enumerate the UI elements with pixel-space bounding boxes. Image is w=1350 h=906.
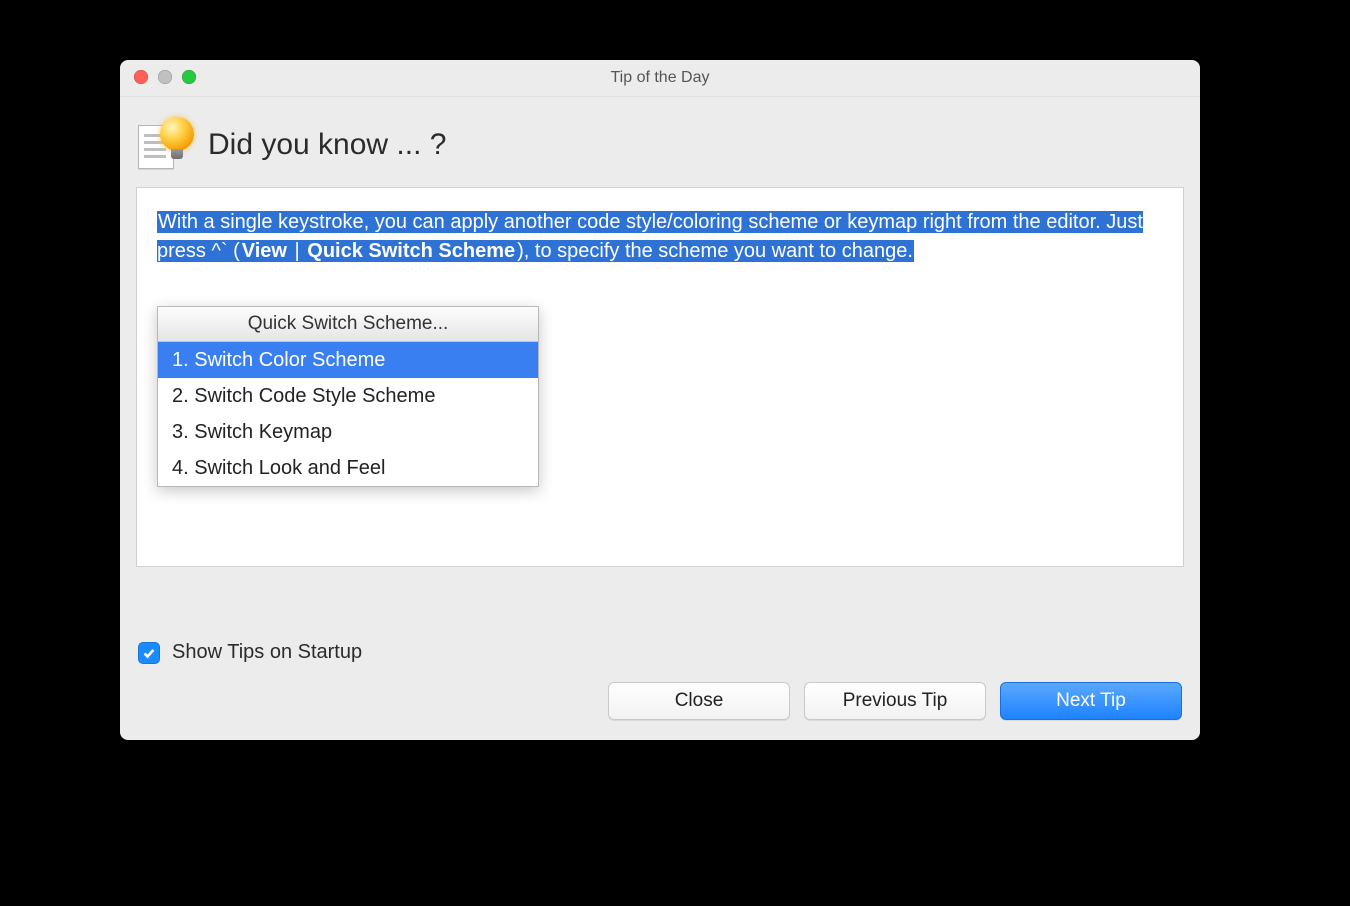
dialog-header: Did you know ... ? [120, 97, 1200, 179]
titlebar: Tip of the Day [120, 60, 1200, 97]
dialog-window: Tip of the Day Did you know ... ? With a… [120, 60, 1200, 740]
tip-text-sep: | [288, 240, 306, 262]
quick-switch-popup: Quick Switch Scheme... 1. Switch Color S… [157, 306, 539, 487]
popup-item[interactable]: 4. Switch Look and Feel [158, 450, 538, 486]
tip-content: With a single keystroke, you can apply a… [136, 187, 1184, 567]
close-button[interactable]: Close [608, 682, 790, 720]
dialog-footer: Show Tips on Startup Close Previous Tip … [120, 625, 1200, 740]
next-tip-button[interactable]: Next Tip [1000, 682, 1182, 720]
check-icon [142, 646, 156, 660]
show-tips-checkbox[interactable] [138, 642, 160, 664]
button-row: Close Previous Tip Next Tip [138, 682, 1182, 720]
popup-title: Quick Switch Scheme... [158, 307, 538, 342]
popup-item-selected[interactable]: 1. Switch Color Scheme [158, 342, 538, 378]
lightbulb-icon [138, 117, 194, 173]
show-tips-row: Show Tips on Startup [138, 641, 1182, 664]
window-title: Tip of the Day [120, 60, 1200, 96]
show-tips-label: Show Tips on Startup [172, 641, 362, 664]
tip-text-bold: View [241, 240, 288, 262]
tip-text: With a single keystroke, you can apply a… [157, 211, 1143, 262]
tip-text-part: ), to specify the scheme you want to cha… [516, 240, 914, 262]
dialog-heading: Did you know ... ? [208, 128, 446, 162]
popup-item[interactable]: 3. Switch Keymap [158, 414, 538, 450]
previous-tip-button[interactable]: Previous Tip [804, 682, 986, 720]
tip-text-bold: Quick Switch Scheme [306, 240, 516, 262]
popup-item[interactable]: 2. Switch Code Style Scheme [158, 378, 538, 414]
